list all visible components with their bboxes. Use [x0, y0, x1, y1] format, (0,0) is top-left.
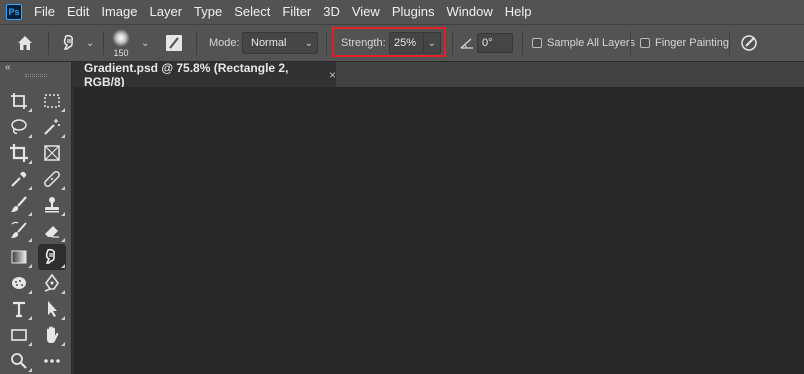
history-brush-tool[interactable] [5, 218, 33, 244]
strength-highlight-box [332, 27, 446, 57]
rectangle-tool[interactable] [5, 322, 33, 348]
path-selection-tool[interactable] [38, 296, 66, 322]
brush-settings-icon [166, 35, 182, 51]
artboard-icon [11, 93, 27, 109]
eraser-icon [45, 226, 59, 238]
hand-tool[interactable] [38, 322, 66, 348]
more-dots-icon [44, 359, 60, 363]
angle-icon [460, 38, 473, 49]
bandage-icon [44, 171, 60, 187]
menu-image[interactable]: Image [95, 0, 143, 24]
checkbox-box[interactable] [532, 38, 542, 48]
pressure-button[interactable] [740, 25, 758, 61]
finger-painting-label: Finger Painting [655, 37, 729, 49]
artboard-tool[interactable] [5, 88, 33, 114]
mode-select[interactable]: Normal ⌄ [242, 32, 318, 54]
menu-file[interactable]: File [28, 0, 61, 24]
magic-wand-icon [44, 119, 60, 135]
mode-value: Normal [251, 37, 287, 49]
brush-settings-button[interactable] [164, 25, 184, 61]
crop-tool[interactable] [5, 140, 33, 166]
clone-stamp-tool[interactable] [38, 192, 66, 218]
angle-value: 0° [482, 37, 493, 49]
menu-3d[interactable]: 3D [317, 0, 346, 24]
edit-toolbar-button[interactable] [38, 348, 66, 374]
zoom-tool[interactable] [5, 348, 33, 374]
sample-all-layers-checkbox[interactable]: Sample All Layers [532, 25, 635, 61]
frame-icon [44, 145, 60, 161]
sponge-icon [12, 277, 26, 289]
home-button[interactable] [16, 25, 34, 61]
brush-preset-picker[interactable]: 150 [112, 25, 130, 61]
chevron-down-icon[interactable]: ⌄ [141, 38, 149, 49]
history-brush-icon [11, 221, 27, 238]
menu-view[interactable]: View [346, 0, 386, 24]
crop-icon [10, 144, 28, 162]
document-tab[interactable]: Gradient.psd @ 75.8% (Rectangle 2, RGB/8… [74, 60, 336, 89]
home-icon [18, 36, 32, 50]
close-icon[interactable]: × [329, 68, 336, 82]
gradient-icon [11, 250, 27, 264]
eyedropper-icon [11, 171, 27, 187]
hand-icon [47, 326, 59, 343]
panel-grip[interactable] [25, 74, 47, 77]
menu-select[interactable]: Select [228, 0, 276, 24]
lasso-icon [11, 119, 27, 134]
rectangular-marquee-icon [44, 94, 60, 108]
smudge-icon [45, 248, 55, 264]
soft-brush-tip-icon [112, 28, 130, 47]
tools-panel: « [0, 62, 72, 374]
smudge-tool[interactable] [38, 244, 66, 270]
chevron-down-icon: ⌄ [304, 37, 313, 49]
menu-layer[interactable]: Layer [144, 0, 189, 24]
lasso-tool[interactable] [5, 114, 33, 140]
marquee-tool[interactable] [38, 88, 66, 114]
eyedropper-tool[interactable] [5, 166, 33, 192]
rectangle-icon [11, 329, 27, 341]
collapse-panel-icon[interactable]: « [5, 62, 11, 73]
canvas-area[interactable] [74, 87, 804, 374]
menu-plugins[interactable]: Plugins [386, 0, 441, 24]
menu-help[interactable]: Help [499, 0, 538, 24]
pen-tool[interactable] [38, 270, 66, 296]
photoshop-logo-icon: Ps [6, 4, 22, 20]
menu-bar: Ps File Edit Image Layer Type Select Fil… [0, 0, 804, 24]
angle-input[interactable]: 0° [477, 33, 513, 53]
document-tab-bar: Gradient.psd @ 75.8% (Rectangle 2, RGB/8… [74, 60, 804, 89]
menu-window[interactable]: Window [440, 0, 498, 24]
brush-size-value: 150 [113, 47, 129, 58]
gradient-tool[interactable] [5, 244, 33, 270]
stamp-icon [45, 197, 59, 213]
checkbox-box[interactable] [640, 38, 650, 48]
sample-all-layers-label: Sample All Layers [547, 37, 636, 49]
zoom-icon [11, 353, 27, 369]
brush-icon [11, 196, 27, 212]
brush-tool[interactable] [5, 192, 33, 218]
finger-painting-checkbox[interactable]: Finger Painting [640, 25, 729, 61]
eraser-tool[interactable] [38, 218, 66, 244]
chevron-down-icon: ⌄ [86, 37, 95, 49]
stylus-pressure-icon [741, 35, 757, 51]
magic-wand-tool[interactable] [38, 114, 66, 140]
arrow-cursor-icon [48, 301, 57, 317]
frame-tool[interactable] [38, 140, 66, 166]
options-bar: ⌄ 150 ⌄ Mode: Normal ⌄ Strength: 25% ⌄ 0… [0, 24, 804, 62]
type-tool[interactable] [5, 296, 33, 322]
menu-edit[interactable]: Edit [61, 0, 95, 24]
mode-label: Mode: [209, 37, 240, 49]
dodge-tool[interactable] [5, 270, 33, 296]
tool-preset-picker[interactable]: ⌄ [60, 25, 94, 61]
smudge-tool-icon [63, 34, 73, 50]
menu-filter[interactable]: Filter [276, 0, 317, 24]
pen-icon [44, 273, 59, 292]
menu-type[interactable]: Type [188, 0, 228, 24]
healing-brush-tool[interactable] [38, 166, 66, 192]
document-tab-title: Gradient.psd @ 75.8% (Rectangle 2, RGB/8… [84, 60, 289, 89]
type-icon [13, 301, 25, 318]
